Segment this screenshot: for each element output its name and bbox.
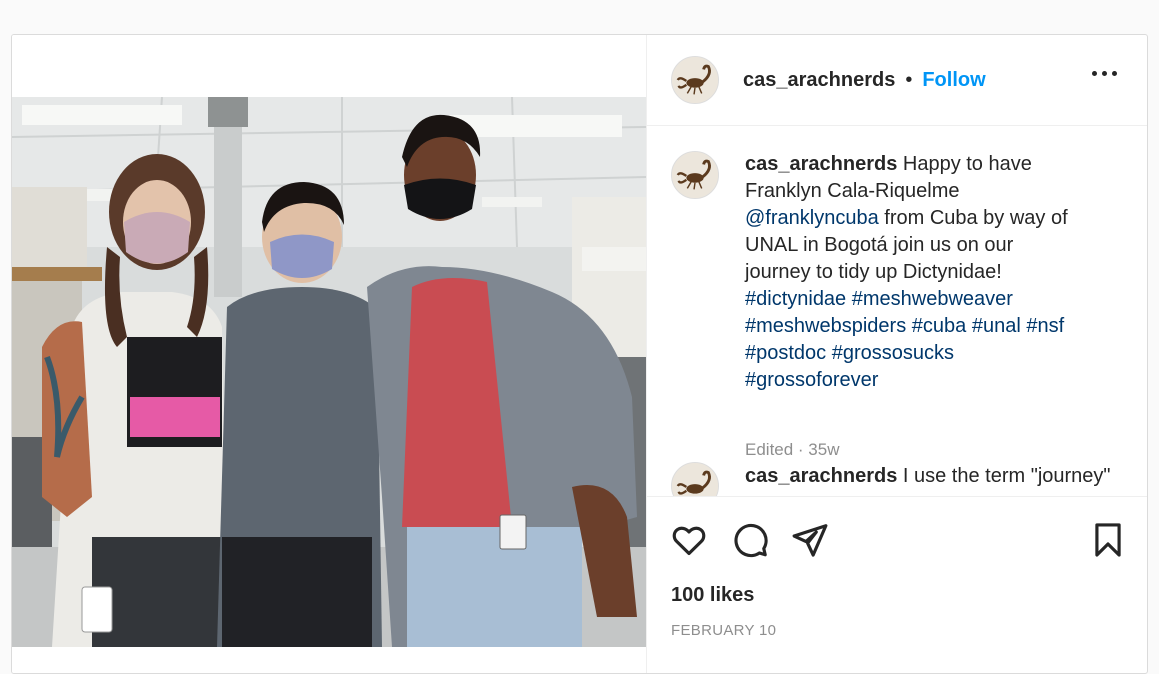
reply-username[interactable]: cas_arachnerds: [745, 465, 897, 487]
caption-line-2: Franklyn Cala-Riquelme: [745, 180, 960, 202]
post-date: FEBRUARY 10: [671, 622, 777, 639]
caption-line-3: from Cuba by way of: [878, 207, 1068, 229]
caption-text: cas_arachnerds Happy to have Franklyn Ca…: [745, 151, 1095, 394]
post-details: cas_arachnerds • Follow cas_arachnerds H…: [646, 35, 1147, 673]
heart-icon[interactable]: [670, 521, 708, 559]
hashtag-link[interactable]: #grossosucks: [832, 342, 954, 364]
caption-line-5: journey to tidy up Dictynidae!: [745, 261, 1002, 283]
reply-body: I use the term "journey": [897, 465, 1111, 487]
mention-link[interactable]: @franklyncuba: [745, 207, 879, 229]
hashtag-link[interactable]: #cuba: [912, 315, 967, 337]
scorpion-avatar-icon: [672, 463, 718, 496]
post-card: cas_arachnerds • Follow cas_arachnerds H…: [11, 34, 1148, 674]
header-separator: •: [905, 69, 913, 91]
comment-icon[interactable]: [731, 521, 769, 559]
post-photo[interactable]: [12, 97, 646, 647]
scorpion-avatar-icon: [672, 152, 718, 198]
hashtag-link[interactable]: #nsf: [1026, 315, 1064, 337]
header-row: cas_arachnerds • Follow: [743, 69, 986, 92]
bookmark-icon[interactable]: [1089, 521, 1127, 559]
post-actions: 100 likes FEBRUARY 10: [647, 496, 1147, 673]
post-header: cas_arachnerds • Follow: [647, 35, 1147, 126]
likes-count[interactable]: 100 likes: [671, 584, 754, 607]
hashtag-link[interactable]: #dictynidae: [745, 288, 846, 310]
hashtag-link[interactable]: #postdoc: [745, 342, 826, 364]
caption-username[interactable]: cas_arachnerds: [745, 153, 897, 175]
profile-avatar[interactable]: [671, 56, 719, 104]
hashtag-link[interactable]: #meshwebspiders: [745, 315, 906, 337]
follow-button[interactable]: Follow: [922, 69, 985, 92]
post-media: [12, 35, 646, 673]
reply-avatar[interactable]: [671, 462, 719, 496]
share-icon[interactable]: [791, 521, 829, 559]
more-options-icon[interactable]: [1092, 67, 1118, 79]
caption-meta: Edited · 35w: [745, 440, 840, 459]
scorpion-avatar-icon: [672, 57, 718, 103]
hashtag-link[interactable]: #grossoforever: [745, 369, 878, 391]
hashtag-link[interactable]: #meshwebweaver: [852, 288, 1013, 310]
caption-line-1: Happy to have: [897, 153, 1032, 175]
hashtag-link[interactable]: #unal: [972, 315, 1021, 337]
comments-section: cas_arachnerds Happy to have Franklyn Ca…: [647, 126, 1147, 496]
caption-avatar[interactable]: [671, 151, 719, 199]
reply-text: cas_arachnerds I use the term "journey": [745, 463, 1135, 490]
header-username[interactable]: cas_arachnerds: [743, 69, 895, 92]
caption-line-4: UNAL in Bogotá join us on our: [745, 234, 1014, 256]
